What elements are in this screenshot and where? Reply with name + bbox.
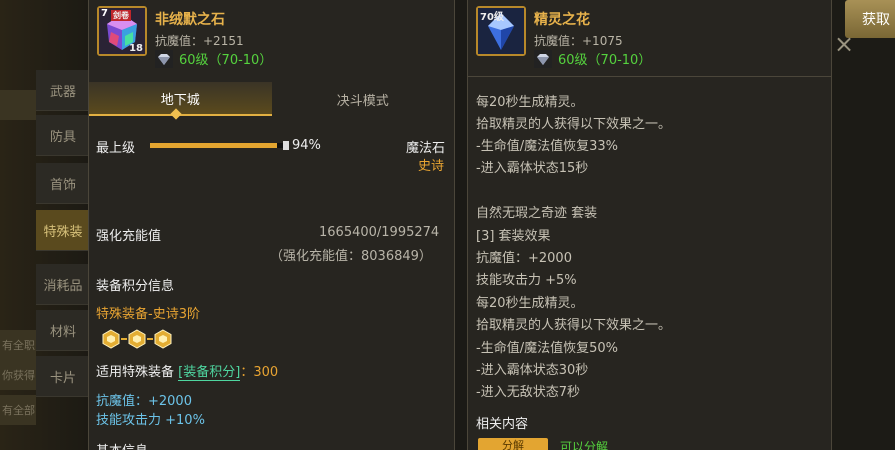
icon-tag: 剑卷 <box>111 10 131 21</box>
effect-line: 拾取精灵的人获得以下效果之一。 <box>476 318 672 333</box>
effect-line: -进入霸体状态15秒 <box>476 161 589 176</box>
rank-hex-icon <box>128 329 146 349</box>
grade-bar-cap <box>283 141 289 150</box>
icon-count: 18 <box>129 43 143 54</box>
score-tag[interactable]: [装备积分] <box>178 365 241 381</box>
background-gap <box>455 0 467 450</box>
basic-info-title: 基本信息 <box>96 440 148 450</box>
diamond-icon <box>534 49 552 68</box>
side-tab-accessory[interactable]: 首饰 <box>36 163 90 204</box>
decompose-button[interactable]: 分解 <box>478 438 548 450</box>
effect-line: 每20秒生成精灵。 <box>476 296 584 311</box>
effect-line: 抗魔值：+2000 <box>476 251 572 266</box>
grade-bar-fill <box>150 143 277 148</box>
side-tab-armor[interactable]: 防具 <box>36 115 90 156</box>
effect-line: -生命值/魔法值恢复33% <box>476 139 618 154</box>
grade-label: 最上级 <box>96 141 136 156</box>
score-prefix: 适用特殊装备 <box>96 365 175 380</box>
related-title: 相关内容 <box>476 417 529 432</box>
effect-line: -进入霸体状态30秒 <box>476 363 589 378</box>
rank-link <box>121 338 127 340</box>
enhance-label: 强化充能值 <box>96 229 162 244</box>
tab-dungeon[interactable]: 地下城 <box>89 82 272 116</box>
score-title: 装备积分信息 <box>96 279 175 294</box>
item-tooltip-left: 7 剑卷 18 非绒默之石 抗魔值：+2151 60级（70-10） 地下城 决… <box>88 0 455 450</box>
enhance-value: 1665400/1995274 <box>319 225 440 240</box>
side-tab-special[interactable]: 特殊装 <box>36 210 90 251</box>
effect-line: 自然无瑕之奇迹 套装 <box>476 206 598 221</box>
item-icon: 70级 <box>476 6 526 56</box>
mode-tabs: 地下城 决斗模式 <box>89 82 454 116</box>
icon-badge: 70级 <box>480 12 504 23</box>
item-name: 非绒默之石 <box>155 12 225 28</box>
bonus-magic-resist: 抗魔值：+2000 <box>96 394 192 409</box>
divider <box>468 76 831 77</box>
background-side-menu: 武器 防具 首饰 特殊装 消耗品 材料 卡片 有全职 你获得 有全部 <box>0 0 90 450</box>
diamond-icon <box>155 49 173 68</box>
level-text: 60级（70-10） <box>179 53 273 68</box>
effect-line: -生命值/魔法值恢复50% <box>476 341 618 356</box>
level-range: 60级（70-10） <box>155 49 272 68</box>
effect-line: 每20秒生成精灵。 <box>476 95 584 110</box>
icon-badge: 7 <box>101 8 108 19</box>
side-edge-text: 有全部 <box>0 395 36 425</box>
score-line: 适用特殊装备 [装备积分]：300 <box>96 361 279 381</box>
effect-line: 拾取精灵的人获得以下效果之一。 <box>476 117 672 132</box>
rank-link <box>147 338 153 340</box>
side-tab-material[interactable]: 材料 <box>36 310 90 351</box>
side-edge-text: 你获得 <box>0 360 36 390</box>
magic-resist-stat: 抗魔值：+2151 <box>155 34 244 48</box>
effect-line: -进入无敌状态7秒 <box>476 385 580 400</box>
score-value: ：300 <box>240 365 279 380</box>
effect-line: [3] 套装效果 <box>476 229 551 244</box>
rank-hex-icon <box>102 329 120 349</box>
tab-duel-mode[interactable]: 决斗模式 <box>272 82 455 116</box>
bonus-skill-attack: 技能攻击力 +10% <box>96 413 205 428</box>
item-tooltip-right: 70级 精灵之花 抗魔值：+1075 60级（70-10） 每20秒生成精灵。拾… <box>467 0 832 450</box>
decompose-note: 可以分解 <box>560 440 609 450</box>
special-equip-label: 特殊装备-史诗3阶 <box>96 307 200 322</box>
side-tab-card[interactable]: 卡片 <box>36 356 90 397</box>
effect-line: 技能攻击力 +5% <box>476 273 577 288</box>
level-text: 60级（70-10） <box>558 53 652 68</box>
grade-percent: 94% <box>292 138 321 153</box>
item-type: 魔法石 <box>406 141 446 156</box>
level-range: 60级（70-10） <box>534 49 651 68</box>
side-tab-weapon[interactable]: 武器 <box>36 70 90 111</box>
side-tab-consumable[interactable]: 消耗品 <box>36 264 90 305</box>
grade-bar <box>150 141 289 150</box>
magic-resist-stat: 抗魔值：+1075 <box>534 34 623 48</box>
side-edge-text <box>0 90 36 120</box>
item-name: 精灵之花 <box>534 12 590 28</box>
background-right <box>832 0 895 450</box>
close-icon[interactable]: × <box>834 30 854 58</box>
side-edge-text: 有全职 <box>0 330 36 360</box>
rank-hex-icon <box>154 329 172 349</box>
enhance-total: （强化充能值：8036849） <box>270 249 432 264</box>
item-icon: 7 剑卷 18 <box>97 6 147 56</box>
rarity-label: 史诗 <box>418 159 445 174</box>
